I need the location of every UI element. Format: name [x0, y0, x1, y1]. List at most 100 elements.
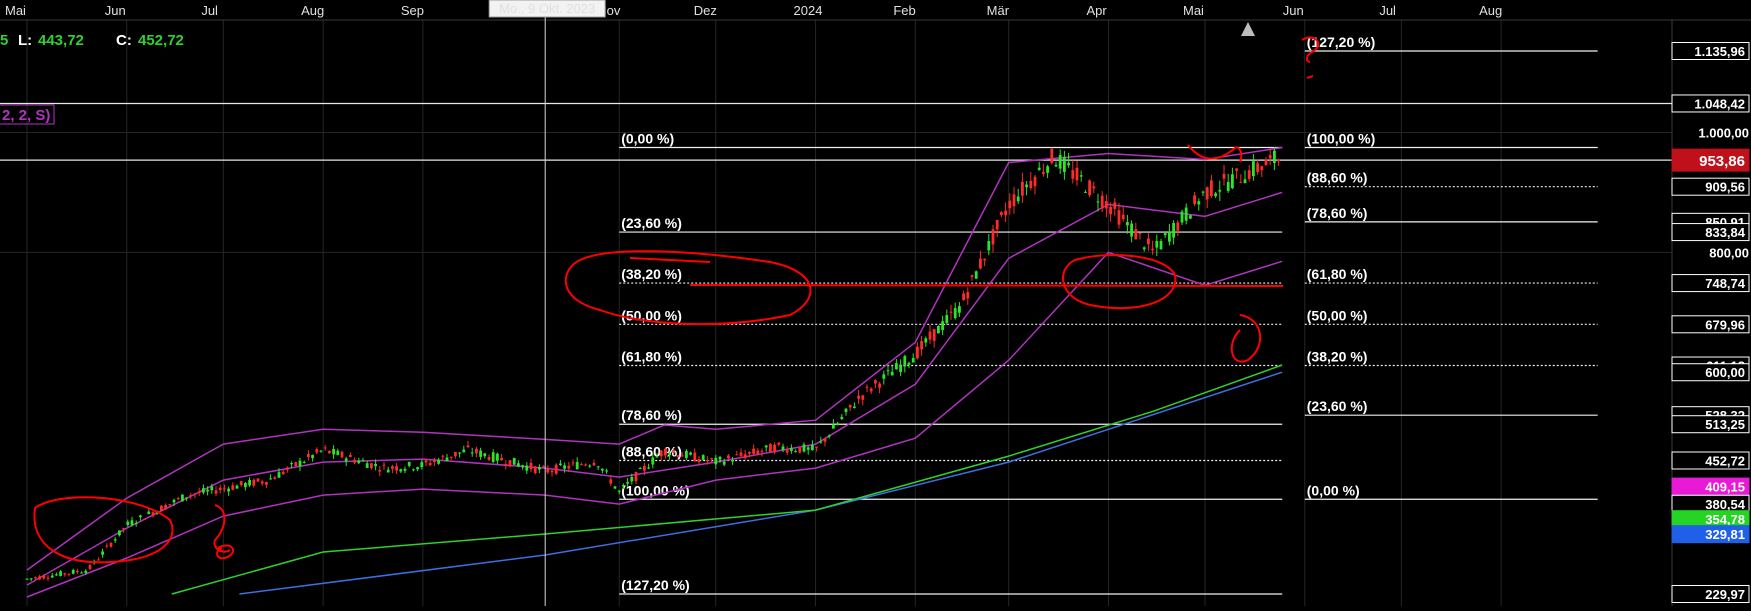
candle-body — [596, 466, 600, 468]
price-label-white[interactable]: 909,56 — [1671, 177, 1750, 196]
candle-body — [286, 467, 289, 470]
candle-body — [160, 505, 163, 512]
candle-body — [1239, 182, 1243, 184]
candle-body — [605, 470, 608, 472]
price-labels: 1.000,00 800,00 1.135,96 1.048,42 953,86 909,… — [1671, 42, 1750, 603]
candle-body — [38, 576, 41, 580]
fib-right-level-label: (88,60 %) — [1307, 170, 1368, 186]
candle-body — [1256, 163, 1259, 172]
candle-body — [1147, 238, 1150, 245]
candle-body — [529, 462, 533, 470]
candle-body — [672, 451, 676, 453]
price-label-white[interactable]: 748,74 — [1671, 274, 1750, 293]
price-label-magenta[interactable]: 409,15 — [1671, 477, 1750, 496]
price-label-text: 329,81 — [1705, 527, 1745, 542]
price-label-white[interactable]: 833,84 — [1671, 223, 1750, 242]
price-label-text: 909,56 — [1705, 180, 1745, 195]
candle-body — [328, 450, 331, 454]
candle-body — [1117, 210, 1121, 225]
price-label-white[interactable]: 452,72 — [1671, 451, 1750, 470]
candle-body — [386, 469, 390, 473]
candle-body — [298, 460, 302, 467]
price-label-white[interactable]: 1.048,42 — [1671, 94, 1750, 113]
candle-body — [1222, 173, 1226, 179]
candle-body — [525, 465, 529, 471]
candle-body — [1138, 232, 1142, 234]
candle-body — [517, 463, 520, 467]
ma_long-line[interactable] — [239, 371, 1283, 595]
candle-body — [269, 478, 272, 480]
axis-tick-label: 800,00 — [1709, 245, 1749, 260]
candle-body — [1058, 154, 1062, 169]
price-label-white[interactable]: 513,25 — [1671, 415, 1750, 434]
candle-body — [382, 464, 386, 466]
candle-body — [1084, 191, 1087, 193]
candle-body — [542, 466, 545, 468]
candle-body — [601, 468, 604, 471]
header-truncated-value: 5 — [0, 32, 8, 49]
candle-body — [1155, 240, 1159, 248]
price-label-green[interactable]: 354,78 — [1671, 510, 1750, 529]
price-label-white[interactable]: 1.135,96 — [1671, 42, 1750, 60]
candle-body — [118, 530, 121, 536]
candle-body — [395, 466, 398, 471]
candle-body — [533, 466, 537, 474]
candle-body — [302, 461, 306, 463]
candle-body — [584, 464, 587, 466]
candle-body — [643, 465, 646, 471]
candle-body — [559, 463, 562, 465]
price-label-blue[interactable]: 329,81 — [1671, 525, 1750, 544]
candle-body — [890, 371, 894, 376]
candle-body — [139, 515, 142, 518]
candle-body — [1214, 193, 1217, 197]
price-label-white[interactable]: 600,00 — [1671, 363, 1750, 382]
horizontal-lines — [0, 102, 1672, 161]
candle-body — [668, 453, 671, 456]
chart-canvas[interactable]: (0,00 %) (23,60 %) (38,20 %) (50,00 %) (61,8… — [0, 0, 1751, 606]
candle-body — [290, 463, 293, 465]
candle-body — [1012, 194, 1016, 207]
candle-body — [214, 490, 218, 494]
month-label: Aug — [1479, 3, 1502, 18]
candle-body — [164, 505, 167, 510]
price-label-red[interactable]: 953,86 — [1671, 148, 1750, 172]
candle-body — [1029, 180, 1033, 189]
fib-left-level-label: (23,60 %) — [621, 215, 682, 231]
scroll-marker-icon[interactable] — [1241, 22, 1255, 36]
price-label-white[interactable]: 679,96 — [1671, 315, 1750, 334]
candle-body — [420, 462, 424, 468]
candle-body — [752, 448, 755, 454]
candle-body — [592, 463, 596, 466]
candle-body — [701, 455, 705, 460]
candle-body — [1142, 247, 1146, 250]
candle-body — [353, 459, 356, 463]
candle-body — [277, 472, 281, 478]
fib-left-level-label: (127,20 %) — [621, 577, 689, 593]
candle-body — [487, 457, 491, 460]
candle-body — [710, 458, 713, 460]
candle-body — [1008, 200, 1012, 209]
candle-body — [731, 460, 734, 462]
candle-body — [349, 455, 352, 458]
month-label: Mai — [5, 3, 26, 18]
price-chart[interactable]: (0,00 %) (23,60 %) (38,20 %) (50,00 %) (61,8… — [0, 0, 1751, 606]
candle-body — [1235, 168, 1238, 171]
candle-body — [580, 464, 583, 466]
candle-body — [848, 404, 852, 408]
candle-body — [1025, 184, 1028, 188]
candle-body — [189, 495, 193, 497]
price-label-white[interactable]: 229,97 — [1671, 585, 1750, 603]
candle-body — [25, 578, 29, 580]
candle-body — [1277, 159, 1280, 162]
candle-body — [995, 219, 999, 230]
price-label-text: 679,96 — [1705, 317, 1745, 332]
price-label-text: 953,86 — [1699, 153, 1745, 170]
price-label-white[interactable]: 380,54 — [1671, 494, 1750, 513]
candle-body — [538, 467, 541, 470]
candle-body — [244, 482, 247, 488]
candle-body — [1021, 181, 1024, 196]
candle-body — [769, 443, 772, 453]
candle-body — [1105, 201, 1108, 209]
candle-body — [777, 442, 781, 445]
candle-body — [483, 453, 487, 457]
